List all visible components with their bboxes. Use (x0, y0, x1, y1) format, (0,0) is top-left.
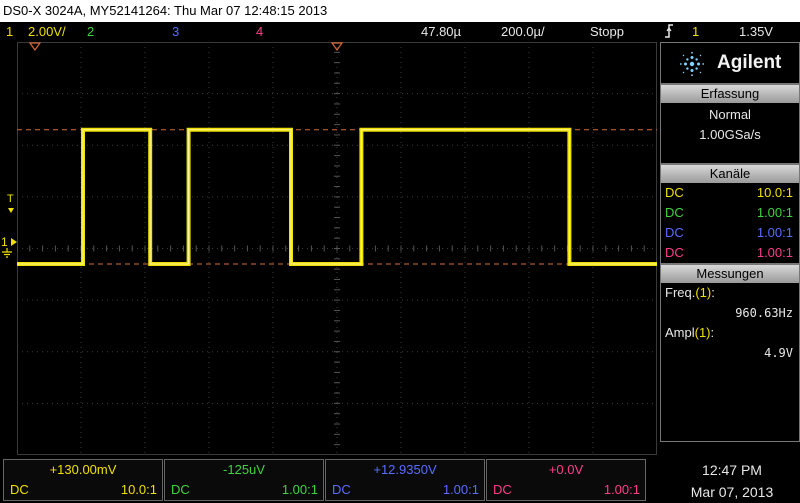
ch3-number[interactable]: 3 (172, 22, 179, 42)
channel-row-3[interactable]: DC 1.00:1 (661, 223, 799, 243)
time-reference-marker (28, 42, 42, 52)
clock-date: Mar 07, 2013 (690, 484, 774, 500)
channel-probe-ratio: 1.00:1 (756, 205, 793, 220)
ch1-number[interactable]: 1 (6, 22, 13, 42)
channel-probe-ratio: 1.00:1 (756, 225, 793, 240)
meas1-value: 960.63Hz (735, 306, 793, 320)
channel-row-4[interactable]: DC 1.00:1 (661, 243, 799, 263)
ch1-ground-marker: 1 (1, 235, 8, 249)
channel-coupling: DC (665, 205, 684, 220)
channel-probe-ratio: 10.0:1 (756, 185, 793, 200)
time-offset[interactable]: 47.80µ (421, 22, 461, 42)
channel-coupling: DC (665, 225, 684, 240)
channel-probe-ratio: 10.0:1 (120, 482, 157, 497)
trigger-level-marker: T (7, 193, 14, 205)
channel-2-offset-box[interactable]: -125uV DC 1.00:1 (164, 459, 324, 501)
status-bar: 1 2.00V/ 2 3 4 47.80µ 200.0µ/ Stopp 1 1.… (0, 22, 800, 42)
channel-coupling: DC (10, 482, 29, 497)
channels-header: Kanäle (661, 165, 799, 183)
channel-probe-ratio: 1.00:1 (281, 482, 318, 497)
channel-coupling: DC (332, 482, 351, 497)
channel-probe-ratio: 1.00:1 (603, 482, 640, 497)
trigger-channel[interactable]: 1 (692, 22, 699, 42)
channel-row-1[interactable]: DC 10.0:1 (661, 183, 799, 203)
measurement-2-value: 4.9V (661, 343, 799, 363)
measurement-1-label: Freq.(1): (661, 283, 799, 303)
measurements-header: Messungen (661, 265, 799, 283)
channel-coupling: DC (665, 185, 684, 200)
right-panel: Agilent Erfassung Normal 1.00GSa/s Kanäl… (660, 42, 800, 442)
channel-4-offset-box[interactable]: +0.0V DC 1.00:1 (486, 459, 646, 501)
meas2-channel: (1) (694, 325, 711, 340)
run-state[interactable]: Stopp (590, 22, 624, 42)
channel-offset: +12.9350V (373, 462, 437, 477)
channels-box[interactable]: Kanäle DC 10.0:1 DC 1.00:1 DC 1.00:1 DC 1.00:1 (660, 164, 800, 264)
waveform-display[interactable] (16, 41, 657, 455)
graticule (16, 41, 657, 455)
meas1-channel: (1) (695, 285, 712, 300)
trigger-edge-icon (664, 22, 674, 42)
measurements-box[interactable]: Messungen Freq.(1): 960.63Hz Ampl(1): 4.… (660, 264, 800, 442)
channel-offset: +0.0V (548, 462, 584, 477)
channel-probe-ratio: 1.00:1 (442, 482, 479, 497)
clock-time: 12:47 PM (702, 462, 762, 478)
ch2-number[interactable]: 2 (87, 22, 94, 42)
meas2-name: Ampl (665, 325, 695, 340)
channel-coupling: DC (171, 482, 190, 497)
channel-probe-ratio: 1.00:1 (756, 245, 793, 260)
acquisition-mode: Normal (709, 107, 751, 122)
ch1-arrow-icon (11, 238, 17, 246)
meas2-colon: : (710, 325, 715, 340)
agilent-spark-icon (679, 51, 705, 82)
time-scale[interactable]: 200.0µ/ (501, 22, 545, 42)
channel-offset: -125uV (223, 462, 265, 477)
meas1-name: Freq. (665, 285, 696, 300)
scope-left-markers: T 1 (0, 185, 17, 265)
brand-name: Agilent (717, 52, 782, 73)
trigger-position-marker (330, 42, 344, 52)
meas2-value: 4.9V (764, 346, 793, 360)
measurement-1-value: 960.63Hz (661, 303, 799, 323)
channel-row-2[interactable]: DC 1.00:1 (661, 203, 799, 223)
brand-box: Agilent (660, 42, 800, 84)
channel-3-offset-box[interactable]: +12.9350V DC 1.00:1 (325, 459, 485, 501)
channel-offset: +130.00mV (49, 462, 117, 477)
window-title: DS0-X 3024A, MY52141264: Thu Mar 07 12:4… (0, 0, 800, 22)
channel-coupling: DC (493, 482, 512, 497)
meas1-colon: : (711, 285, 715, 300)
sample-rate: 1.00GSa/s (699, 127, 761, 142)
ground-icon (2, 248, 12, 258)
ch4-number[interactable]: 4 (256, 22, 263, 42)
clock: 12:47 PM Mar 07, 2013 (664, 459, 800, 503)
measurement-2-label: Ampl(1): (661, 323, 799, 343)
acquisition-box[interactable]: Erfassung Normal 1.00GSa/s (660, 84, 800, 164)
trigger-level[interactable]: 1.35V (739, 22, 773, 42)
channel-coupling: DC (665, 245, 684, 260)
channel-1-offset-box[interactable]: +130.00mV DC 10.0:1 (3, 459, 163, 501)
ch1-scale[interactable]: 2.00V/ (28, 22, 66, 42)
trigger-arrow-icon (8, 208, 14, 213)
acquisition-header: Erfassung (661, 85, 799, 103)
